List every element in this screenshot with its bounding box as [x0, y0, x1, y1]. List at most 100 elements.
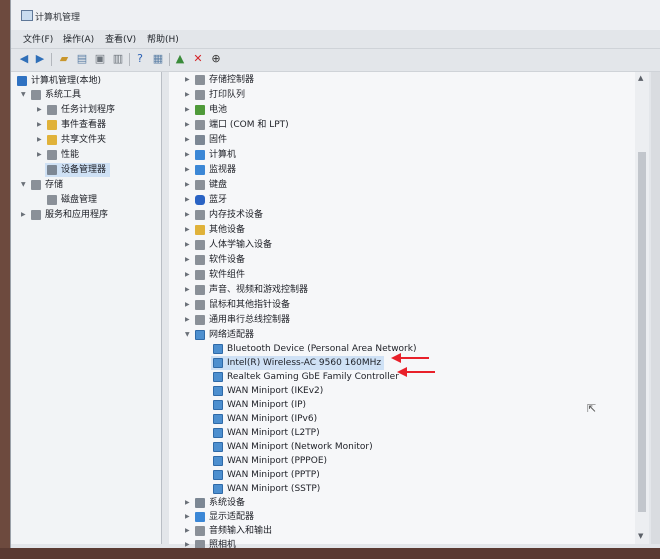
device-category-row[interactable]: ▶ 鼠标和其他指针设备 [185, 298, 290, 312]
chevron-right-icon[interactable]: ▶ [185, 193, 193, 207]
scrollbar-thumb[interactable] [638, 152, 646, 512]
menu-action[interactable]: 操作(A) [63, 32, 94, 45]
chevron-down-icon[interactable]: ▼ [21, 178, 29, 192]
printer-icon [195, 90, 205, 100]
menu-view[interactable]: 查看(V) [105, 32, 136, 45]
device-category-network-adapters[interactable]: ▼ 网络适配器 [185, 328, 254, 342]
chevron-right-icon[interactable]: ▶ [21, 208, 29, 222]
network-adapter-item[interactable]: WAN Miniport (PPPOE) [211, 454, 327, 468]
device-category-row[interactable]: ▶ 电池 [185, 103, 227, 117]
chevron-right-icon[interactable]: ▶ [185, 163, 193, 177]
chevron-right-icon[interactable]: ▶ [37, 133, 45, 147]
scroll-down-icon[interactable]: ▼ [638, 532, 643, 540]
chevron-right-icon[interactable]: ▶ [37, 118, 45, 132]
device-category-row[interactable]: ▶ 内存技术设备 [185, 208, 263, 222]
annotation-arrow-icon [397, 367, 435, 377]
chevron-right-icon[interactable]: ▶ [185, 253, 193, 267]
forward-icon[interactable]: ▶ [33, 52, 47, 66]
tree-item-shared-folders[interactable]: ▶ 共享文件夹 [37, 133, 106, 147]
chevron-right-icon[interactable]: ▶ [185, 148, 193, 162]
uninstall-icon[interactable]: ✕ [191, 52, 205, 66]
chevron-right-icon[interactable]: ▶ [185, 118, 193, 132]
tree-item-disk-management[interactable]: 磁盘管理 [45, 193, 97, 207]
download-icon[interactable]: ⊕ [209, 52, 223, 66]
view-icon[interactable]: ▥ [111, 52, 125, 66]
chevron-right-icon[interactable]: ▶ [185, 298, 193, 312]
device-category-row[interactable]: ▶ 声音、视频和游戏控制器 [185, 283, 308, 297]
device-category-row[interactable]: ▶ 系统设备 [185, 496, 245, 510]
tree-item-event-viewer[interactable]: ▶ 事件查看器 [37, 118, 106, 132]
scroll-up-icon[interactable]: ▲ [638, 74, 643, 82]
chevron-right-icon[interactable]: ▶ [185, 510, 193, 524]
tree-item-storage[interactable]: ▼ 存储 [21, 178, 63, 192]
chevron-right-icon[interactable]: ▶ [185, 283, 193, 297]
tree-item-device-manager[interactable]: 设备管理器 [45, 163, 111, 177]
device-category-row[interactable]: ▶ 蓝牙 [185, 193, 227, 207]
device-category-row[interactable]: ▶ 监视器 [185, 163, 236, 177]
network-adapter-item[interactable]: WAN Miniport (PPTP) [211, 468, 320, 482]
menu-file[interactable]: 文件(F) [23, 32, 53, 45]
chevron-right-icon[interactable]: ▶ [37, 148, 45, 162]
device-category-row[interactable]: ▶ 计算机 [185, 148, 236, 162]
device-category-row[interactable]: ▶ 端口 (COM 和 LPT) [185, 118, 289, 132]
network-adapter-icon [213, 358, 223, 368]
speaker-icon [195, 285, 205, 295]
tree-item-performance[interactable]: ▶ 性能 [37, 148, 79, 162]
device-category-row[interactable]: ▶ 通用串行总线控制器 [185, 313, 290, 327]
chevron-right-icon[interactable]: ▶ [185, 496, 193, 510]
network-adapter-icon [213, 484, 223, 494]
menu-help[interactable]: 帮助(H) [147, 32, 179, 45]
network-adapter-item[interactable]: Intel(R) Wireless-AC 9560 160MHz [211, 356, 385, 370]
properties-icon[interactable]: ▣ [93, 52, 107, 66]
device-category-row[interactable]: ▶ 音频输入和输出 [185, 524, 272, 538]
up-folder-icon[interactable]: ▰ [57, 52, 71, 66]
system-device-icon [195, 498, 205, 508]
chevron-right-icon[interactable]: ▶ [185, 133, 193, 147]
network-adapter-item[interactable]: WAN Miniport (L2TP) [211, 426, 320, 440]
back-icon[interactable]: ◀ [17, 52, 31, 66]
tree-item-services-apps[interactable]: ▶ 服务和应用程序 [21, 208, 108, 222]
device-category-row[interactable]: ▶ 软件组件 [185, 268, 245, 282]
device-category-row[interactable]: ▶ 固件 [185, 133, 227, 147]
chevron-right-icon[interactable]: ▶ [185, 73, 193, 87]
chevron-right-icon[interactable]: ▶ [185, 238, 193, 252]
chevron-right-icon[interactable]: ▶ [185, 103, 193, 117]
tree-item-computer-management[interactable]: 计算机管理(本地) [15, 74, 101, 88]
update-driver-icon[interactable]: ▲ [173, 52, 187, 66]
network-adapter-item[interactable]: Realtek Gaming GbE Family Controller [211, 370, 399, 384]
network-adapter-icon [213, 414, 223, 424]
network-adapter-item[interactable]: WAN Miniport (IKEv2) [211, 384, 323, 398]
chevron-down-icon[interactable]: ▼ [185, 328, 193, 342]
network-adapter-item[interactable]: Bluetooth Device (Personal Area Network) [211, 342, 416, 356]
chevron-right-icon[interactable]: ▶ [185, 178, 193, 192]
network-adapter-icon [213, 372, 223, 382]
software-device-icon [195, 255, 205, 265]
network-adapter-item[interactable]: WAN Miniport (SSTP) [211, 482, 320, 496]
computer-icon [195, 150, 205, 160]
chevron-right-icon[interactable]: ▶ [185, 88, 193, 102]
network-adapter-item[interactable]: WAN Miniport (IPv6) [211, 412, 317, 426]
chevron-right-icon[interactable]: ▶ [185, 268, 193, 282]
device-category-row[interactable]: ▶ 人体学输入设备 [185, 238, 272, 252]
device-category-row[interactable]: ▶ 软件设备 [185, 253, 245, 267]
chevron-right-icon[interactable]: ▶ [37, 103, 45, 117]
network-adapter-icon [213, 442, 223, 452]
device-category-row[interactable]: ▶ 键盘 [185, 178, 227, 192]
device-category-row[interactable]: ▶ 打印队列 [185, 88, 245, 102]
device-category-row[interactable]: ▶ 显示适配器 [185, 510, 254, 524]
help-icon[interactable]: ? [133, 52, 147, 66]
chevron-down-icon[interactable]: ▼ [21, 88, 29, 102]
device-category-row[interactable]: ▶ 存储控制器 [185, 73, 254, 87]
chevron-right-icon[interactable]: ▶ [185, 208, 193, 222]
device-category-row[interactable]: ▶ 其他设备 [185, 223, 245, 237]
chevron-right-icon[interactable]: ▶ [185, 313, 193, 327]
network-adapter-item[interactable]: WAN Miniport (Network Monitor) [211, 440, 373, 454]
show-hide-tree-icon[interactable]: ▤ [75, 52, 89, 66]
tree-item-system-tools[interactable]: ▼ 系统工具 [21, 88, 81, 102]
tree-item-task-scheduler[interactable]: ▶ 任务计划程序 [37, 103, 115, 117]
network-adapter-item[interactable]: WAN Miniport (IP) [211, 398, 306, 412]
chevron-right-icon[interactable]: ▶ [185, 223, 193, 237]
scan-monitor-icon[interactable]: ▦ [151, 52, 165, 66]
chevron-right-icon[interactable]: ▶ [185, 524, 193, 538]
vertical-scrollbar[interactable]: ▲ ▼ [635, 72, 649, 544]
